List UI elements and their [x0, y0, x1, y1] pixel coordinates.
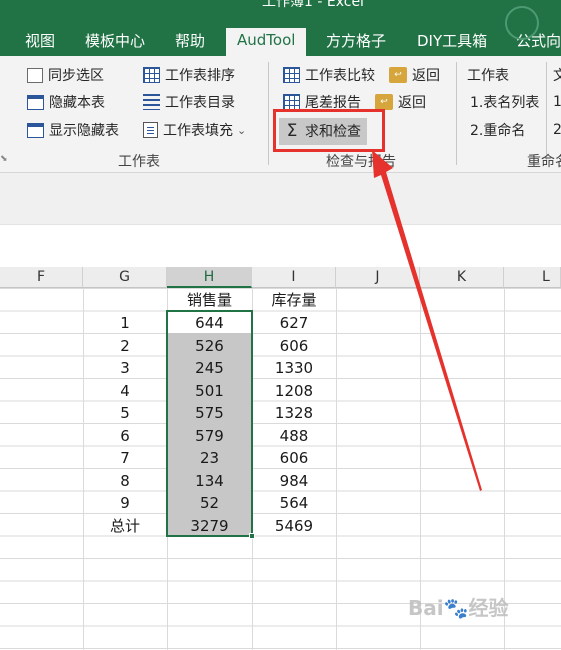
truncated-ribbon-item[interactable]: 2	[553, 119, 561, 141]
formula-bar-area	[0, 173, 561, 225]
stock-total-cell[interactable]: 5469	[252, 515, 336, 537]
tab-view[interactable]: 视图	[17, 30, 63, 56]
tab-diy-toolbox[interactable]: DIY工具箱	[409, 30, 495, 56]
red-callout-box	[273, 109, 385, 152]
sales-cell[interactable]: 575	[167, 402, 252, 424]
sales-cell[interactable]: 579	[167, 425, 252, 447]
spacer	[0, 226, 561, 267]
column-header-g[interactable]: G	[83, 267, 167, 288]
stock-cell[interactable]: 1328	[252, 402, 336, 424]
sales-cell[interactable]: 501	[167, 380, 252, 402]
sales-cell[interactable]: 52	[167, 492, 252, 514]
rename-group-label: 重命名	[527, 154, 561, 170]
sheet-fill-button[interactable]: 工作表填充 ⌄	[143, 119, 246, 141]
column-header-l[interactable]: L	[504, 267, 561, 288]
baidu-watermark: Bai🐾经验	[408, 596, 509, 620]
sales-total-cell[interactable]: 3279	[167, 515, 252, 537]
window-icon	[27, 122, 44, 138]
row-label[interactable]: 5	[83, 402, 167, 424]
check-report-group-label: 检查与报告	[326, 154, 396, 170]
group-divider	[456, 62, 457, 165]
sheet-sort-button[interactable]: 工作表排序	[143, 64, 235, 86]
stock-cell[interactable]: 984	[252, 470, 336, 492]
row-label[interactable]: 6	[83, 425, 167, 447]
list-icon	[143, 94, 160, 110]
group-divider	[546, 62, 547, 165]
sales-cell[interactable]: 134	[167, 470, 252, 492]
row-label[interactable]: 8	[83, 470, 167, 492]
stock-cell[interactable]: 488	[252, 425, 336, 447]
worksheet-group-label: 工作表	[118, 154, 160, 170]
logo-circle-icon	[505, 6, 539, 40]
column-header-j[interactable]: J	[336, 267, 420, 288]
sales-cell[interactable]: 644	[167, 312, 252, 334]
ribbon-tab-bar: 工作簿1 - Excel 视图 模板中心 帮助 AudTool 方方格子 DIY…	[0, 0, 561, 56]
compare-icon	[283, 67, 300, 83]
row-label[interactable]: 1	[83, 312, 167, 334]
column-header-f[interactable]: F	[0, 267, 83, 288]
rename-button[interactable]: 2.重命名	[470, 119, 525, 141]
rename-group-header: 工作表	[467, 68, 509, 84]
show-hidden-sheets-button[interactable]: 显示隐藏表	[27, 119, 119, 141]
cell-i-header[interactable]: 库存量	[252, 289, 336, 311]
stock-cell[interactable]: 1330	[252, 357, 336, 379]
stock-cell[interactable]: 627	[252, 312, 336, 334]
window-icon	[27, 94, 44, 110]
cell-h-header[interactable]: 销售量	[167, 289, 252, 311]
row-label[interactable]: 7	[83, 447, 167, 469]
dialog-launcher-icon[interactable]: ⬊	[0, 154, 8, 164]
window-title: 工作簿1 - Excel	[262, 0, 364, 10]
truncated-ribbon-item[interactable]: 文	[553, 64, 561, 86]
sales-cell[interactable]: 526	[167, 335, 252, 357]
sales-cell[interactable]: 245	[167, 357, 252, 379]
total-label-cell[interactable]: 总计	[83, 515, 167, 537]
group-divider	[268, 62, 269, 165]
row-label[interactable]: 2	[83, 335, 167, 357]
tab-fangfang[interactable]: 方方格子	[318, 30, 394, 56]
stock-cell[interactable]: 1208	[252, 380, 336, 402]
checkbox-icon	[27, 67, 43, 83]
hide-sheet-button[interactable]: 隐藏本表	[27, 91, 105, 113]
sheet-sort-icon	[143, 67, 160, 83]
sheet-directory-button[interactable]: 工作表目录	[143, 91, 235, 113]
tab-help[interactable]: 帮助	[167, 30, 213, 56]
stock-cell[interactable]: 606	[252, 335, 336, 357]
sync-selection-checkbox[interactable]: 同步选区	[27, 64, 104, 86]
column-header-k[interactable]: K	[420, 267, 504, 288]
column-header-h[interactable]: H	[167, 267, 252, 288]
back-icon: ↩	[389, 67, 407, 83]
stock-cell[interactable]: 564	[252, 492, 336, 514]
chevron-down-icon: ⌄	[237, 123, 247, 137]
back-button-1[interactable]: ↩ 返回	[389, 64, 440, 86]
row-label[interactable]: 3	[83, 357, 167, 379]
sheet-name-list-button[interactable]: 1.表名列表	[470, 91, 539, 113]
sheet-compare-button[interactable]: 工作表比较	[283, 64, 375, 86]
truncated-ribbon-item[interactable]: 1	[553, 91, 561, 113]
stock-cell[interactable]: 606	[252, 447, 336, 469]
sales-cell[interactable]: 23	[167, 447, 252, 469]
column-header-i[interactable]: I	[252, 267, 336, 288]
sheet-fill-icon	[143, 122, 158, 138]
back-icon: ↩	[375, 94, 393, 110]
tab-template-center[interactable]: 模板中心	[77, 30, 153, 56]
row-label[interactable]: 4	[83, 380, 167, 402]
tab-audtool[interactable]: AudTool	[226, 28, 307, 56]
grid-line	[336, 288, 337, 650]
row-label[interactable]: 9	[83, 492, 167, 514]
report-icon	[283, 94, 300, 110]
